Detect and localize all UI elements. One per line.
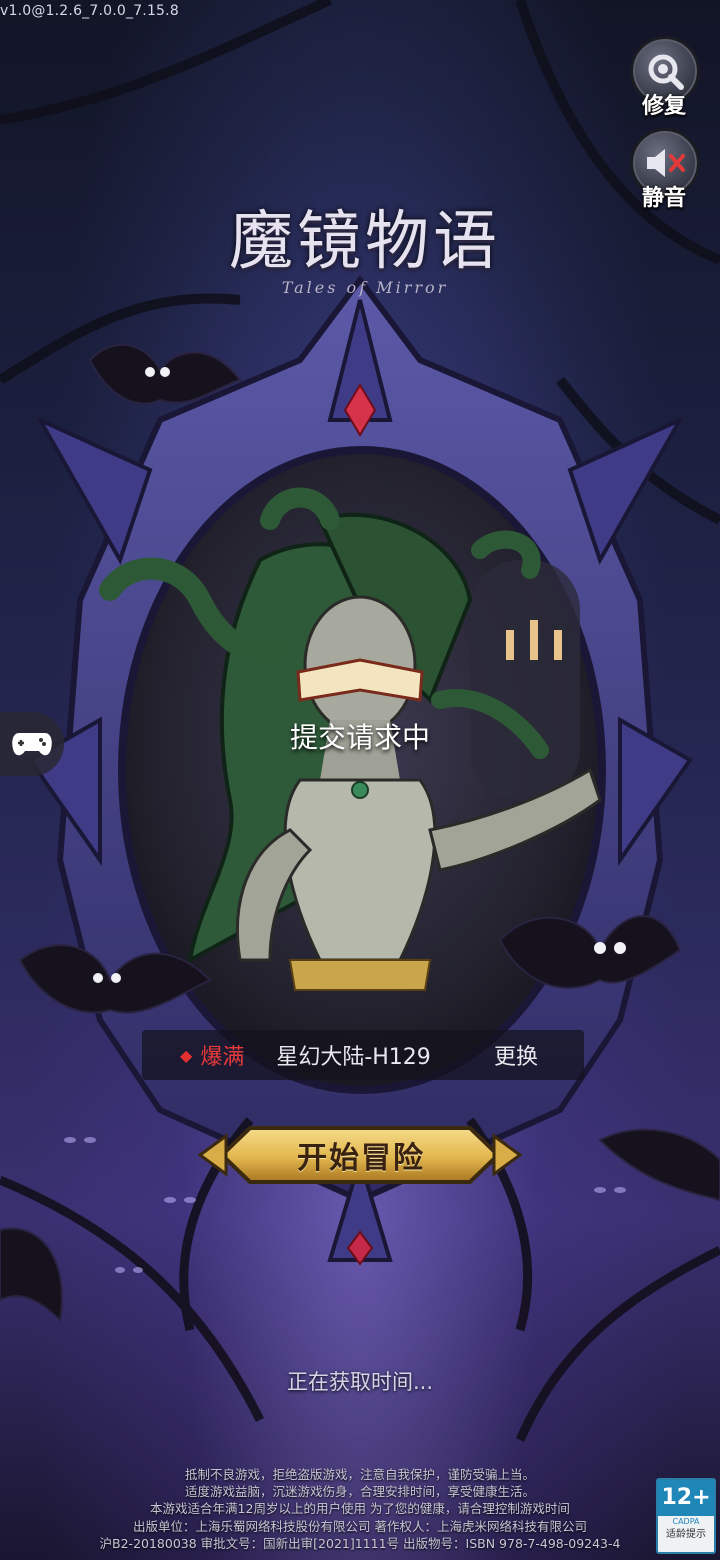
gear-magnifier-icon [648,54,684,90]
game-login-screen: v1.0@1.2.6_7.0.0_7.15.8 修复 静音 魔镜物语 Tales… [0,0,720,1560]
logo-title: 魔镜物语 [229,205,501,279]
time-status-text: 正在获取时间... [286,1370,434,1394]
age-rating-badge[interactable]: 12+ CADPA 适龄提示 [656,1478,716,1554]
age-rating-hint: 适龄提示 [666,1529,706,1540]
notice-line-4: 出版单位：上海乐蜀网络科技股份有限公司 著作权人：上海虎米网络科技有限公司 [133,1518,587,1534]
loading-status-text: 提交请求中 [289,721,430,754]
server-selector[interactable]: ◆ 爆满 星幻大陆-H129 更换 [142,1030,584,1080]
version-text: v1.0@1.2.6_7.0.0_7.15.8 [0,3,179,19]
start-adventure-label: 开始冒险 [297,1141,425,1176]
repair-label: 修复 [641,94,686,119]
repair-button[interactable]: 修复 [630,36,700,120]
notice-line-5: 沪B2-20180038 审批文号：国新出审[2021]1111号 出版物号：I… [99,1535,621,1551]
age-rating-org: CADPA [672,1517,700,1526]
mute-button[interactable]: 静音 [630,128,700,212]
mute-label: 静音 [641,186,686,211]
speaker-mute-icon [647,149,685,177]
start-adventure-button[interactable]: 开始冒险 [222,1120,500,1190]
notice-line-2: 适度游戏益脑，沉迷游戏伤身，合理安排时间，享受健康生活。 [184,1484,535,1500]
notice-line-1: 抵制不良游戏，拒绝盗版游戏，注意自我保护，谨防受骗上当。 [184,1467,535,1482]
notice-line-3: 本游戏适合年满12周岁以上的用户使用 为了您的健康，请合理控制游戏时间 [150,1501,570,1517]
game-logo: 魔镜物语 Tales of Mirror [175,190,555,297]
age-rating-value: 12+ [658,1480,714,1516]
server-status-diamond-icon: ◆ [180,1045,193,1065]
health-notice: 抵制不良游戏，拒绝盗版游戏，注意自我保护，谨防受骗上当。 适度游戏益脑，沉迷游戏… [80,1466,640,1552]
change-server-button[interactable]: 更换 [494,1039,538,1071]
server-name: 星幻大陆-H129 [276,1045,431,1070]
server-status: 爆满 [200,1045,245,1070]
